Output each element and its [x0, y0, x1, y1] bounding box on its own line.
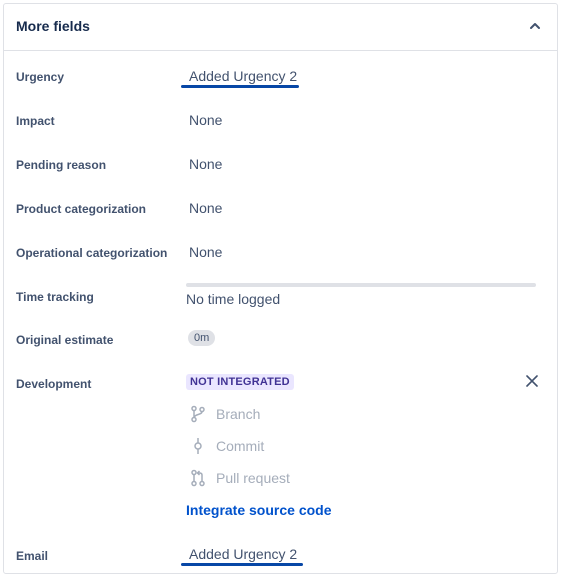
time-tracking-bar[interactable] [186, 283, 536, 287]
urgency-value[interactable]: Added Urgency 2 [186, 66, 300, 86]
commit-label: Commit [216, 438, 265, 454]
dismiss-development-button[interactable] [523, 372, 541, 390]
panel-title: More fields [16, 18, 90, 34]
commit-icon [194, 438, 202, 454]
pull-request-label: Pull request [216, 470, 290, 486]
product-categorization-label: Product categorization [16, 202, 147, 216]
chevron-up-icon [530, 23, 540, 29]
pending-reason-label: Pending reason [16, 158, 107, 172]
impact-label: Impact [16, 114, 55, 128]
close-icon [526, 375, 538, 387]
integrate-source-code-link[interactable]: Integrate source code [186, 502, 332, 518]
time-tracking-label: Time tracking [16, 290, 94, 304]
product-categorization-value[interactable]: None [186, 198, 225, 218]
original-estimate-label: Original estimate [16, 333, 114, 347]
more-fields-panel: More fields Urgency Added Urgency 2 Impa… [3, 3, 558, 574]
email-label: Email [16, 549, 49, 563]
collapse-button[interactable] [525, 16, 545, 36]
operational-categorization-value[interactable]: None [186, 242, 225, 262]
branch-label: Branch [216, 406, 261, 422]
development-label: Development [16, 377, 92, 391]
panel-header[interactable]: More fields [4, 4, 557, 51]
original-estimate-value[interactable]: 0m [188, 330, 216, 346]
branch-icon [191, 405, 205, 423]
operational-categorization-label: Operational categorization [16, 246, 168, 260]
pull-request-icon [191, 469, 205, 487]
urgency-label: Urgency [16, 70, 65, 84]
email-value[interactable]: Added Urgency 2 [186, 544, 300, 564]
impact-value[interactable]: None [186, 110, 225, 130]
pending-reason-value[interactable]: None [186, 154, 225, 174]
email-annotation-underline [181, 563, 303, 566]
urgency-annotation-underline [181, 85, 299, 88]
time-tracking-value: No time logged [186, 291, 281, 307]
not-integrated-badge: NOT INTEGRATED [186, 374, 294, 390]
